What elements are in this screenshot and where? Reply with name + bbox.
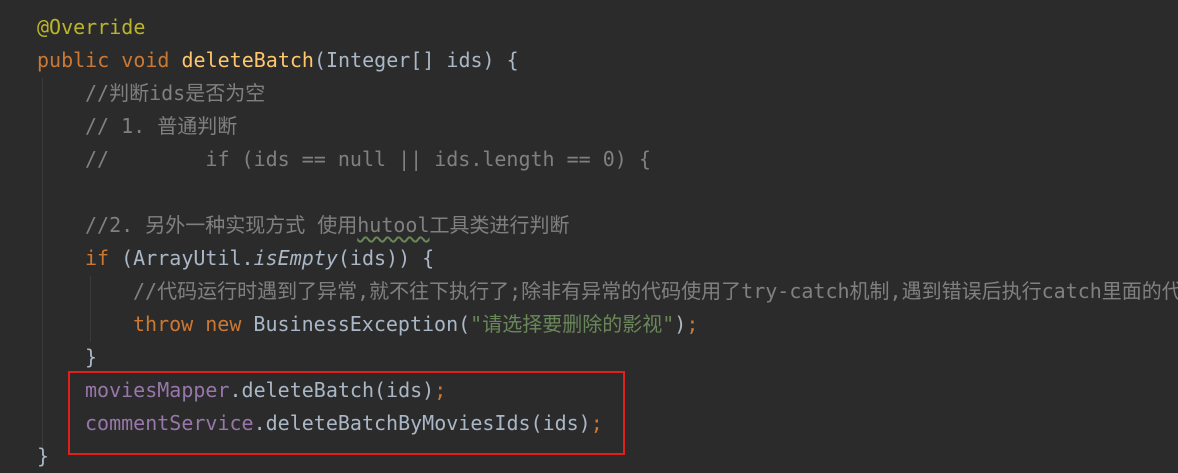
code-token: (ids)) { bbox=[337, 246, 435, 270]
code-token: //代码运行时遇到了异常,就不往下执行了;除非有异常的代码使用了try-catc… bbox=[133, 279, 1178, 303]
code-token: BusinessException( bbox=[253, 312, 471, 336]
code-line[interactable]: //2. 另外一种实现方式 使用hutool工具类进行判断 bbox=[85, 209, 570, 242]
code-token: // 1. 普通判断 bbox=[85, 114, 238, 138]
code-line[interactable]: // if (ids == null || ids.length == 0) { bbox=[85, 143, 651, 176]
code-token: ; bbox=[434, 378, 447, 402]
code-token: @Override bbox=[37, 15, 146, 39]
code-token: isEmpty bbox=[253, 246, 338, 270]
code-token: .deleteBatch(ids) bbox=[229, 378, 435, 402]
code-token: moviesMapper bbox=[85, 378, 230, 402]
code-line[interactable]: @Override bbox=[37, 11, 145, 44]
code-token: commentService bbox=[85, 411, 254, 435]
code-line[interactable]: } bbox=[85, 341, 97, 374]
indent-guide bbox=[90, 276, 91, 342]
code-token: "请选择要删除的影视" bbox=[470, 312, 675, 336]
code-token: throw new bbox=[133, 312, 254, 336]
code-line[interactable]: //判断ids是否为空 bbox=[85, 77, 265, 110]
code-token: ) bbox=[674, 312, 687, 336]
code-line[interactable]: // 1. 普通判断 bbox=[85, 110, 237, 143]
indent-guide bbox=[42, 78, 43, 448]
code-token: //判断ids是否为空 bbox=[85, 81, 266, 105]
code-token: // if (ids == null || ids.length == 0) { bbox=[85, 147, 651, 171]
code-token: (ArrayUtil. bbox=[121, 246, 254, 270]
code-token: ; bbox=[686, 312, 699, 336]
code-token: if bbox=[85, 246, 122, 270]
code-token: .deleteBatchByMoviesIds(ids) bbox=[253, 411, 591, 435]
code-token: hutool bbox=[357, 213, 430, 237]
code-token: } bbox=[85, 345, 98, 369]
code-token: deleteBatch bbox=[181, 48, 314, 72]
code-token: ; bbox=[590, 411, 603, 435]
code-token: (Integer[] ids) { bbox=[313, 48, 519, 72]
code-token: } bbox=[37, 444, 50, 468]
code-line[interactable]: public void deleteBatch(Integer[] ids) { bbox=[37, 44, 519, 77]
code-token: 工具类进行判断 bbox=[429, 213, 570, 237]
code-line[interactable]: } bbox=[37, 440, 49, 473]
code-line[interactable]: if (ArrayUtil.isEmpty(ids)) { bbox=[85, 242, 434, 275]
code-line[interactable]: throw new BusinessException("请选择要删除的影视")… bbox=[133, 308, 698, 341]
code-line[interactable]: moviesMapper.deleteBatch(ids); bbox=[85, 374, 446, 407]
code-token: public void bbox=[37, 48, 182, 72]
code-line[interactable]: commentService.deleteBatchByMoviesIds(id… bbox=[85, 407, 603, 440]
code-token: //2. 另外一种实现方式 使用 bbox=[85, 213, 358, 237]
code-line[interactable]: //代码运行时遇到了异常,就不往下执行了;除非有异常的代码使用了try-catc… bbox=[133, 275, 1178, 308]
